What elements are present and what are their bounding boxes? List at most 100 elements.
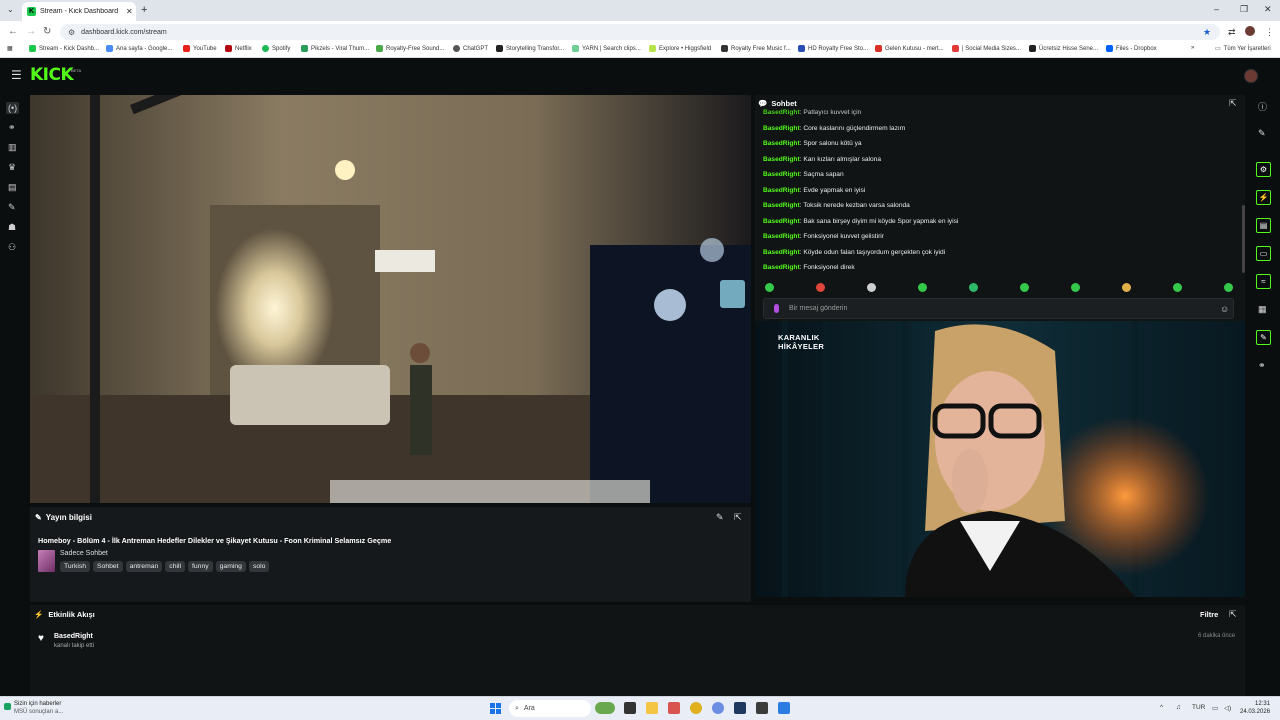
emote-button[interactable] xyxy=(918,283,927,292)
user-avatar[interactable] xyxy=(1244,69,1258,83)
site-info-icon[interactable]: ⚙ xyxy=(68,28,75,37)
tag-chip[interactable]: Sohbet xyxy=(93,561,123,572)
chrome-icon[interactable] xyxy=(690,702,702,714)
capcut-icon[interactable] xyxy=(756,702,768,714)
network-icon[interactable]: ▭ xyxy=(1212,704,1218,712)
community-nav-icon[interactable]: ☗ xyxy=(8,222,16,233)
pencil-icon[interactable]: ✎ xyxy=(1258,128,1266,139)
tag-chip[interactable]: chill xyxy=(165,561,186,572)
chat-username[interactable]: BasedRight xyxy=(763,140,800,147)
bookmark-item[interactable]: | Social Media Sizes... xyxy=(952,45,1021,52)
windows-start-icon[interactable] xyxy=(490,703,501,714)
bookmark-item[interactable]: Explore • Higgsfield xyxy=(649,45,711,52)
close-tab-icon[interactable]: ✕ xyxy=(126,7,136,16)
menu-kebab-icon[interactable]: ⋮ xyxy=(1265,27,1274,38)
chat-message[interactable]: BasedRight: Fonksiyonel direk xyxy=(763,264,855,271)
profile-avatar[interactable] xyxy=(1245,26,1255,36)
bookmark-item[interactable]: Ücretsiz Hisse Sene... xyxy=(1029,45,1098,52)
activity-popout-icon[interactable]: ⇱ xyxy=(1229,609,1237,620)
filter-button[interactable]: Filtre xyxy=(1200,610,1218,619)
window-close-icon[interactable]: ✕ xyxy=(1264,4,1272,15)
bookmark-item[interactable]: Gelen Kutusu - mert... xyxy=(875,45,944,52)
chat-popout-icon[interactable]: ⇱ xyxy=(1229,98,1237,109)
tag-chip[interactable]: solo xyxy=(248,561,270,572)
emote-button[interactable] xyxy=(765,283,774,292)
microphone-tray-icon[interactable]: ♫ xyxy=(1176,704,1181,711)
extensions-icon[interactable]: ⇄ xyxy=(1228,27,1236,38)
mod-action-icon[interactable]: ⚙ xyxy=(1256,162,1271,177)
chat-message[interactable]: BasedRight: Patlayıcı kuvvet için xyxy=(763,109,861,116)
hamburger-menu-icon[interactable]: ☰ xyxy=(11,68,22,82)
file-explorer-icon[interactable] xyxy=(646,702,658,714)
calculator-icon[interactable] xyxy=(778,702,790,714)
chat-message[interactable]: BasedRight: Spor salonu kötü ya xyxy=(763,140,862,147)
bookmark-item[interactable]: HD Royalty Free Sto... xyxy=(798,45,868,52)
chat-message[interactable]: BasedRight: Core kaslarını güçlendirmem … xyxy=(763,125,905,132)
emote-button[interactable] xyxy=(1020,283,1029,292)
restore-icon[interactable]: ❐ xyxy=(1240,4,1248,15)
emote-button[interactable] xyxy=(1122,283,1131,292)
bookmark-star-icon[interactable]: ★ xyxy=(1203,27,1211,38)
stream-video-player[interactable] xyxy=(30,95,751,503)
stream-category[interactable]: Sadece Sohbet xyxy=(60,550,108,557)
chat-message[interactable]: BasedRight: Bak sana birşey diyim mi köy… xyxy=(763,218,958,225)
tag-chip[interactable]: Turkish xyxy=(60,561,91,572)
emoji-picker-icon[interactable]: ☺ xyxy=(1220,304,1229,314)
activity-username[interactable]: BasedRight xyxy=(54,633,93,640)
chat-username[interactable]: BasedRight xyxy=(763,233,800,240)
emote-button[interactable] xyxy=(1224,283,1233,292)
tools-nav-icon[interactable]: ✎ xyxy=(8,202,16,213)
chat-input[interactable]: Bir mesaj gönderin ☺ xyxy=(763,298,1234,319)
new-tab-icon[interactable]: + xyxy=(141,4,147,16)
chat-action-icon[interactable]: ▭ xyxy=(1256,246,1271,261)
bookmark-item[interactable]: Spotify xyxy=(262,45,290,52)
emote-button[interactable] xyxy=(1173,283,1182,292)
chat-message[interactable]: BasedRight: Toksik nerede kezban varsa s… xyxy=(763,202,910,209)
microphone-icon[interactable] xyxy=(774,304,779,313)
clipboard-icon[interactable]: ▤ xyxy=(1256,218,1271,233)
bookmark-item[interactable]: Royalty-Free Sound... xyxy=(376,45,444,52)
guest-camera-video[interactable]: KARANLIK HİKÂYELER xyxy=(755,321,1245,597)
tools-action-icon[interactable]: ✎ xyxy=(1256,330,1271,345)
edit-stream-info-icon[interactable]: ✎ xyxy=(716,512,724,523)
broadcast-icon[interactable]: ≈ xyxy=(1256,274,1271,289)
emote-button[interactable] xyxy=(867,283,876,292)
store-icon[interactable] xyxy=(668,702,680,714)
address-bar[interactable]: ⚙ dashboard.kick.com/stream xyxy=(60,24,1220,40)
category-thumbnail[interactable] xyxy=(38,550,55,572)
apps-grid-icon[interactable]: ▦ xyxy=(7,45,13,52)
taskbar-search[interactable]: ⌕ Ara xyxy=(509,700,591,717)
browser-tab[interactable]: K Stream - Kick Dashboard ✕ xyxy=(22,2,136,21)
bookmark-item[interactable]: Pikzels - Viral Thum... xyxy=(301,45,369,52)
chat-username[interactable]: BasedRight xyxy=(763,125,800,132)
news-widget[interactable]: Sizin için haberler MSÜ sonuçları a... xyxy=(4,700,63,716)
share-icon[interactable]: ⚭ xyxy=(1258,360,1266,371)
bookmarks-overflow-button[interactable]: » xyxy=(1191,45,1194,51)
bookmark-item[interactable]: Royalty Free Music f... xyxy=(721,45,791,52)
bookmark-item[interactable]: Stream - Kick Dashb... xyxy=(29,45,99,52)
chat-message[interactable]: BasedRight: Evde yapmak en iyisi xyxy=(763,187,865,194)
taskbar-clock[interactable]: 12:31 24.03.2026 xyxy=(1240,700,1270,716)
app-icon[interactable] xyxy=(712,702,724,714)
back-icon[interactable]: ← xyxy=(8,26,18,37)
chat-username[interactable]: BasedRight xyxy=(763,109,800,116)
emote-button[interactable] xyxy=(969,283,978,292)
videos-nav-icon[interactable]: ▤ xyxy=(8,182,17,193)
chat-message[interactable]: BasedRight: Fonksiyonel kuvvet gelistiri… xyxy=(763,233,884,240)
links-nav-icon[interactable]: ⚭ xyxy=(8,122,16,133)
kick-logo[interactable]: KICK xyxy=(30,65,74,85)
chat-username[interactable]: BasedRight xyxy=(763,264,800,271)
emote-button[interactable] xyxy=(1071,283,1080,292)
bookmark-item[interactable]: Ana sayfa - Google... xyxy=(106,45,172,52)
bookmark-item[interactable]: ChatGPT xyxy=(453,45,488,52)
volume-icon[interactable]: ◁) xyxy=(1224,704,1231,712)
all-bookmarks-folder[interactable]: ▭ Tüm Yer İşaretleri xyxy=(1215,45,1271,53)
tab-search-icon[interactable]: ⌄ xyxy=(7,5,14,14)
moderation-nav-icon[interactable]: ⚇ xyxy=(8,242,16,253)
chat-username[interactable]: BasedRight xyxy=(763,156,800,163)
chat-username[interactable]: BasedRight xyxy=(763,249,800,256)
tray-overflow-icon[interactable]: ^ xyxy=(1160,704,1163,711)
tag-chip[interactable]: antreman xyxy=(125,561,163,572)
chat-scrollbar[interactable] xyxy=(1242,205,1245,273)
reload-icon[interactable]: ↻ xyxy=(43,26,51,37)
